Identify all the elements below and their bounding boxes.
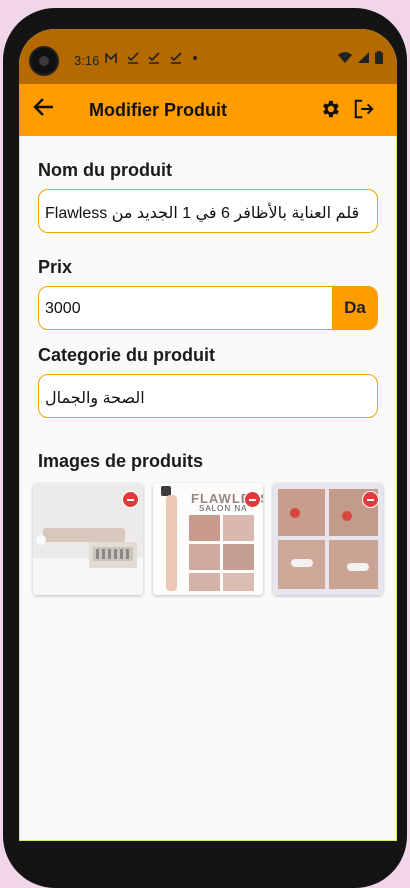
category-field[interactable]: الصحة والجمال: [38, 374, 378, 418]
image-caption-sub: SALON NA: [199, 504, 248, 513]
currency-badge: Da: [332, 287, 377, 329]
status-right-icons: [338, 51, 383, 64]
product-image-2[interactable]: FLAWLESS SALON NA: [153, 483, 263, 595]
page-title: Modifier Produit: [89, 100, 227, 120]
category-value: الصحة والجمال: [45, 390, 145, 407]
product-images-row: FLAWLESS SALON NA: [33, 483, 383, 597]
notification-icons: [105, 51, 198, 66]
product-image-1[interactable]: [33, 483, 143, 595]
minus-circle-icon[interactable]: [244, 491, 261, 508]
status-bar: 3:16: [19, 29, 397, 84]
minus-circle-icon[interactable]: [362, 491, 379, 508]
check-icon: [148, 52, 160, 64]
front-camera: [31, 48, 57, 74]
product-image-3[interactable]: [273, 483, 383, 595]
price-field[interactable]: 3000 Da: [38, 286, 378, 330]
images-label: Images de produits: [38, 451, 204, 471]
dot-icon: [192, 56, 197, 60]
app-bar: Modifier Produit: [19, 84, 397, 136]
logout-icon[interactable]: [353, 98, 375, 120]
price-label: Prix: [38, 257, 73, 277]
arrow-left-icon[interactable]: [33, 96, 55, 118]
gear-icon[interactable]: [319, 98, 341, 120]
check-icon: [170, 52, 182, 64]
category-label: Categorie du produit: [38, 345, 215, 365]
battery-icon: [375, 51, 383, 64]
product-name-field[interactable]: Flawless قلم العناية بالأظافر 6 في 1 الج…: [38, 189, 378, 233]
status-time: 3:16: [74, 53, 100, 68]
product-name-value: Flawless قلم العناية بالأظافر 6 في 1 الج…: [45, 205, 360, 222]
wifi-icon: [338, 52, 352, 63]
mail-icon: [105, 52, 117, 63]
price-value: 3000: [45, 300, 81, 317]
app-screen: 3:16 Modifier Produit Nom du produit Fla…: [19, 29, 397, 841]
check-icon: [127, 52, 139, 64]
signal-icon: [358, 52, 369, 63]
minus-circle-icon[interactable]: [122, 491, 139, 508]
phone-frame: 3:16 Modifier Produit Nom du produit Fla…: [3, 8, 407, 888]
name-label: Nom du produit: [38, 160, 172, 180]
